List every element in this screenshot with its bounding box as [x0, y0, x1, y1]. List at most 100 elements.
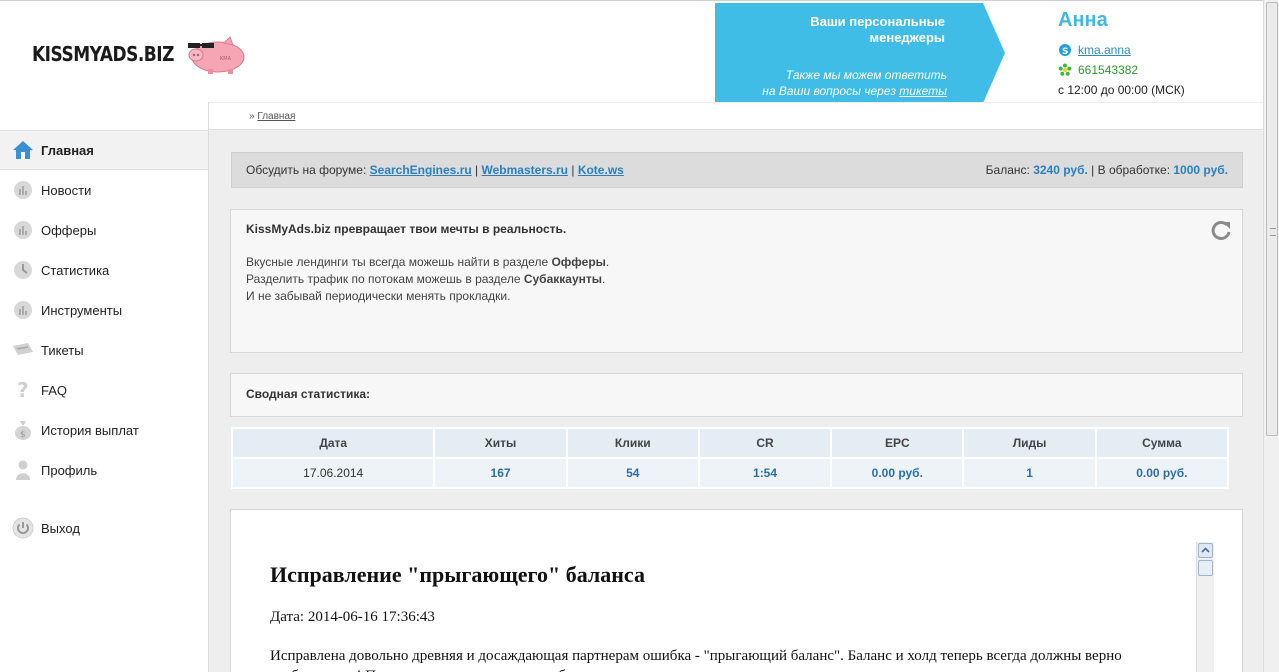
scroll-thumb[interactable] [1198, 560, 1213, 576]
forum-link-searchengines[interactable]: SearchEngines.ru [370, 163, 472, 177]
sidebar-item-faq[interactable]: ? FAQ [0, 370, 208, 410]
cell-sum: 0.00 руб. [1096, 459, 1227, 487]
hours-row: с 12:00 до 00:00 (МСК) [1058, 80, 1185, 100]
info-line-text: . [605, 255, 610, 269]
breadcrumb-home-link[interactable]: Главная [257, 111, 295, 122]
clock-icon [12, 259, 34, 281]
svg-text:KMA: KMA [220, 56, 232, 62]
info-line-text: Разделить трафик по потокам можешь в раз… [246, 272, 524, 286]
breadcrumb-separator: » [249, 111, 255, 122]
sidebar-item-statistics[interactable]: Статистика [0, 250, 208, 290]
col-header-date: Дата [233, 429, 434, 457]
chart-icon [12, 179, 34, 201]
sidebar-item-offers[interactable]: Офферы [0, 210, 208, 250]
skype-icon: S [1059, 44, 1071, 57]
news-title: Исправление "прыгающего" баланса [270, 562, 645, 587]
forum-prefix: Обсудить на форуме: [246, 163, 367, 177]
sidebar-item-label: Профиль [41, 462, 98, 478]
power-icon [12, 517, 34, 539]
col-header-cr: CR [699, 429, 831, 457]
svg-text:?: ? [17, 379, 29, 401]
banner-subtitle-line1: Также мы можем ответить [785, 68, 947, 82]
sidebar-item-label: Офферы [41, 222, 97, 238]
ticket-icon [12, 339, 34, 361]
tickets-link[interactable]: тикеты [899, 84, 947, 98]
banner-title: Ваши персональные менеджеры [810, 14, 945, 45]
table-row: 17.06.2014 167 54 1:54 0.00 руб. 1 0.00 … [233, 459, 1227, 487]
info-panel: KissMyAds.biz превращает твои мечты в ре… [230, 209, 1243, 353]
stats-header-row: Дата Хиты Клики CR EPC Лиды Сумма [233, 429, 1227, 457]
col-header-leads: Лиды [964, 429, 1095, 457]
balance-info: Баланс: 3240 руб. | В обработке: 1000 ру… [986, 163, 1228, 177]
news-scrollbar[interactable] [1196, 542, 1214, 672]
refresh-icon[interactable] [1210, 219, 1232, 241]
sidebar-item-logout[interactable]: Выход [0, 508, 208, 548]
cell-leads: 1 [964, 459, 1095, 487]
col-header-clicks: Клики [567, 429, 698, 457]
logo[interactable]: KISSMYADS.BIZ KMA [32, 35, 248, 75]
logo-text: KISSMYADS.BIZ [32, 43, 174, 67]
main-content: » Главная Обсудить на форуме: SearchEngi… [209, 102, 1263, 672]
manager-name: Анна [1058, 9, 1108, 31]
chevron-up-icon [1201, 547, 1210, 553]
sidebar-item-label: Статистика [41, 262, 110, 278]
window-scroll-thumb[interactable] [1266, 2, 1278, 436]
stats-table: Дата Хиты Клики CR EPC Лиды Сумма 17.06.… [231, 427, 1229, 489]
window-scrollbar[interactable] [1263, 0, 1279, 672]
sidebar-item-tickets[interactable]: Тикеты [0, 330, 208, 370]
sidebar-item-home[interactable]: Главная [0, 130, 208, 170]
moneybag-icon: $ [12, 419, 34, 441]
scroll-up-button[interactable] [1198, 543, 1213, 558]
cell-clicks: 54 [567, 459, 698, 487]
chart-icon [12, 299, 34, 321]
cell-cr: 1:54 [699, 459, 831, 487]
manager-hours: с 12:00 до 00:00 (МСК) [1058, 83, 1185, 97]
sidebar-item-payout-history[interactable]: $ История выплат [0, 410, 208, 450]
user-icon [12, 459, 34, 481]
sidebar-item-tools[interactable]: Инструменты [0, 290, 208, 330]
forum-link-webmasters[interactable]: Webmasters.ru [482, 163, 568, 177]
scroll-grip [1270, 228, 1276, 236]
processing-value: 1000 руб. [1173, 163, 1228, 177]
forum-link-kote[interactable]: Kote.ws [578, 163, 624, 177]
sidebar-item-label: Выход [41, 520, 80, 536]
icq-number: 661543382 [1078, 63, 1139, 77]
info-text: Вкусные лендинги ты всегда можешь найти … [246, 254, 609, 305]
managers-banner: Ваши персональные менеджеры Также мы мож… [715, 3, 1005, 103]
processing-label: | В обработке: [1091, 163, 1171, 177]
forum-separator: | [571, 163, 575, 177]
sidebar-item-label: История выплат [41, 422, 139, 438]
breadcrumb: » Главная [249, 111, 295, 122]
forum-bar: Обсудить на форуме: SearchEngines.ru | W… [231, 152, 1243, 188]
info-title: KissMyAds.biz превращает твои мечты в ре… [246, 222, 567, 236]
sidebar-item-label: Тикеты [41, 342, 84, 358]
info-line-3: И не забывай периодически менять проклад… [246, 289, 511, 303]
sidebar: Главная Новости Офферы Статистика Инстру… [0, 130, 208, 672]
pig-mascot-icon: KMA [187, 36, 245, 74]
banner-subtitle-line2: на Ваши вопросы через [762, 84, 896, 98]
chart-icon [12, 219, 34, 241]
news-date: Дата: 2014-06-16 17:36:43 [270, 609, 435, 625]
question-icon: ? [12, 379, 34, 401]
cell-epc: 0.00 руб. [832, 459, 963, 487]
info-line-2: Разделить трафик по потокам можешь в раз… [246, 271, 609, 288]
info-line-text: . [602, 272, 606, 286]
balance-value: 3240 руб. [1033, 163, 1088, 177]
sidebar-item-label: Новости [41, 182, 92, 198]
svg-text:S: S [1062, 47, 1068, 57]
col-header-sum: Сумма [1096, 429, 1227, 457]
skype-link[interactable]: kma.anna [1078, 43, 1131, 57]
icq-row: 661543382 [1058, 60, 1185, 80]
breadcrumb-bar: » Главная [209, 102, 1263, 130]
svg-text:$: $ [20, 430, 26, 440]
header: KISSMYADS.BIZ KMA Ваши персональные мене… [0, 0, 1263, 103]
cell-date: 17.06.2014 [233, 459, 434, 487]
home-icon [12, 139, 34, 161]
summary-panel: Сводная статистика: [230, 373, 1243, 417]
balance-label: Баланс: [985, 163, 1030, 177]
sidebar-item-profile[interactable]: Профиль [0, 450, 208, 490]
sidebar-item-news[interactable]: Новости [0, 170, 208, 210]
forum-links: Обсудить на форуме: SearchEngines.ru | W… [246, 163, 624, 177]
icq-flower-icon [1058, 63, 1072, 76]
news-panel: Исправление "прыгающего" баланса Дата: 2… [230, 509, 1243, 672]
